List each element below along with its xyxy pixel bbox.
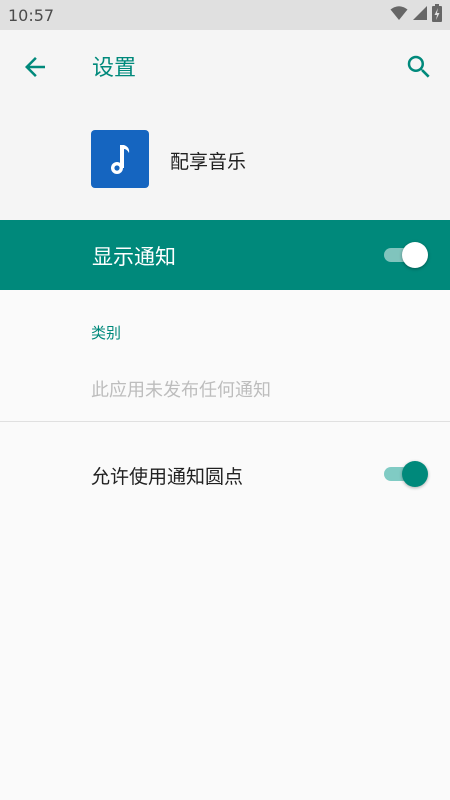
status-bar: 10:57 <box>0 0 450 30</box>
show-notifications-row[interactable]: 显示通知 <box>0 220 450 290</box>
cell-signal-icon <box>412 5 428 25</box>
app-bar: 设置 <box>0 30 450 102</box>
arrow-back-icon <box>25 57 45 77</box>
battery-icon <box>432 4 442 26</box>
divider <box>0 421 450 422</box>
app-name: 配享音乐 <box>170 151 247 173</box>
app-header: 配享音乐 <box>0 102 450 220</box>
notification-dots-switch[interactable] <box>384 461 428 487</box>
category-header: 类别 <box>91 324 122 342</box>
status-time: 10:57 <box>8 5 55 25</box>
search-button[interactable] <box>404 52 434 82</box>
show-notifications-switch[interactable] <box>384 242 428 268</box>
page-title: 设置 <box>92 56 137 81</box>
switch-thumb <box>402 461 428 487</box>
notification-dots-label: 允许使用通知圆点 <box>91 466 244 488</box>
app-icon <box>91 130 149 188</box>
music-note-icon <box>111 145 130 174</box>
show-notifications-label: 显示通知 <box>92 245 176 269</box>
no-notifications-message: 此应用未发布任何通知 <box>91 380 271 401</box>
status-icons <box>390 4 442 26</box>
back-button[interactable] <box>20 52 50 82</box>
switch-thumb <box>402 242 428 268</box>
wifi-icon <box>390 5 408 25</box>
search-icon <box>407 55 430 78</box>
